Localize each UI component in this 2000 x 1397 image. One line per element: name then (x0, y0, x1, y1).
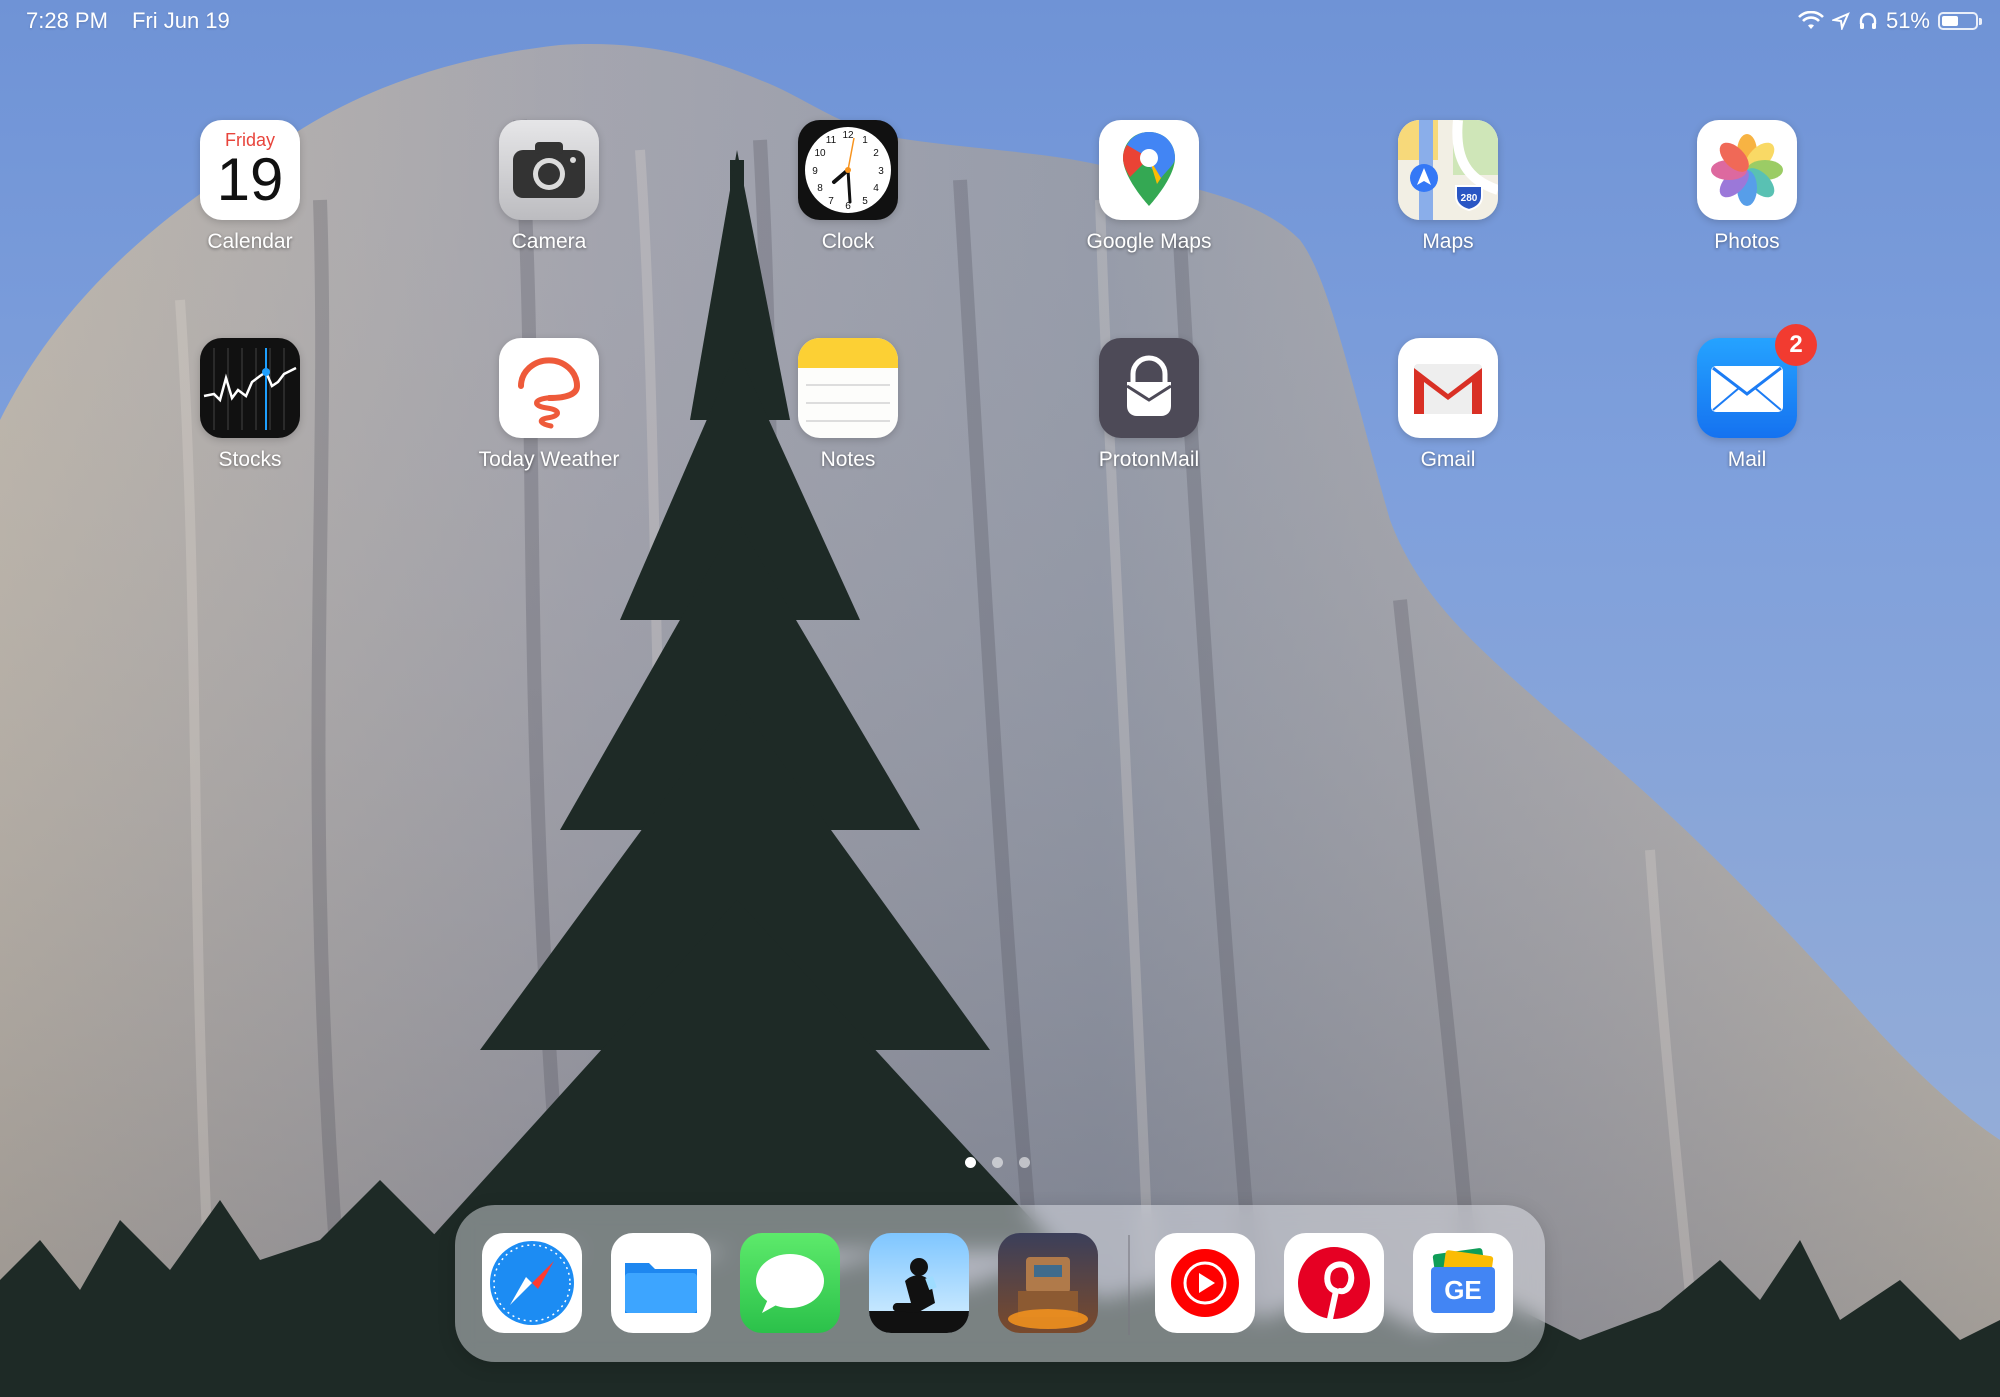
dock-safari[interactable] (482, 1233, 582, 1333)
pinterest-icon (1298, 1247, 1370, 1322)
camera-icon (499, 120, 599, 220)
calendar-icon: Friday 19 (200, 120, 300, 220)
app-stocks[interactable]: Stocks (150, 338, 350, 472)
app-notes[interactable]: Notes (748, 338, 948, 472)
maps-route-label: 280 (1461, 193, 1478, 204)
app-maps[interactable]: 280 Maps (1348, 120, 1548, 254)
dock-game[interactable] (998, 1233, 1098, 1333)
google-maps-icon (1099, 120, 1199, 220)
dock-kindle[interactable] (869, 1233, 969, 1333)
clock-numeral: 5 (862, 196, 868, 207)
app-google-maps[interactable]: Google Maps (1049, 120, 1249, 254)
youtube-music-icon (1171, 1249, 1239, 1317)
clock-numeral: 4 (873, 183, 879, 194)
app-label: Gmail (1420, 448, 1476, 471)
app-label: Mail (1727, 448, 1767, 471)
app-camera[interactable]: Camera (449, 120, 649, 254)
messages-icon (756, 1254, 824, 1313)
clock-numeral: 2 (873, 148, 879, 159)
clock-numeral: 7 (828, 196, 834, 207)
clock-numeral: 8 (817, 183, 823, 194)
notes-icon (798, 338, 898, 438)
location-icon (1831, 12, 1850, 30)
home-screen: 7:28 PM Fri Jun 19 51% Friday 19 Calenda… (0, 0, 2000, 1397)
clock-numeral: 10 (814, 148, 826, 159)
wifi-icon (1798, 11, 1824, 29)
app-label: Camera (511, 230, 587, 253)
protonmail-icon (1099, 338, 1199, 438)
dock-separator (1128, 1235, 1130, 1335)
dock: GE (455, 1205, 1545, 1362)
app-label: ProtonMail (1098, 448, 1200, 471)
app-label: Google Maps (1086, 230, 1212, 253)
kindle-icon (869, 1258, 969, 1333)
battery-icon (1938, 12, 1982, 30)
dock-youtube-music[interactable] (1155, 1233, 1255, 1333)
gmail-icon (1398, 338, 1498, 438)
status-bar-left: 7:28 PM Fri Jun 19 (26, 8, 230, 34)
maps-icon: 280 (1398, 120, 1498, 220)
page-indicator[interactable] (965, 1157, 1030, 1168)
calendar-date: 19 (216, 146, 284, 213)
dock-pinterest[interactable] (1284, 1233, 1384, 1333)
app-label: Clock (821, 230, 875, 253)
app-label: Photos (1714, 230, 1780, 253)
clock-numeral: 3 (878, 166, 884, 177)
today-weather-icon (499, 338, 599, 438)
app-mail[interactable]: 2 Mail (1647, 324, 1847, 472)
app-label: Notes (820, 448, 876, 471)
clock-numeral: 9 (812, 166, 818, 177)
clock-numeral: 12 (842, 130, 854, 141)
page-dot[interactable] (1019, 1157, 1030, 1168)
dock-google-news[interactable]: GE (1413, 1233, 1513, 1333)
mail-badge: 2 (1775, 324, 1817, 366)
page-dot[interactable] (965, 1157, 976, 1168)
status-time: 7:28 PM (26, 8, 108, 33)
clock-numeral: 11 (826, 135, 837, 146)
battery-percent: 51% (1885, 8, 1930, 33)
app-label: Stocks (218, 448, 282, 471)
status-bar-right: 51% (1798, 8, 1982, 34)
app-label: Maps (1422, 230, 1474, 253)
google-news-text: GE (1444, 1275, 1482, 1305)
dock-files[interactable] (611, 1233, 711, 1333)
app-today-weather[interactable]: Today Weather (449, 338, 649, 472)
app-clock[interactable]: 12 1 2 3 4 5 6 7 8 9 10 11 Clock (748, 120, 948, 254)
app-calendar[interactable]: Friday 19 Calendar (150, 120, 350, 254)
files-icon (625, 1263, 697, 1313)
page-dot[interactable] (992, 1157, 1003, 1168)
clock-icon: 12 1 2 3 4 5 6 7 8 9 10 11 (798, 120, 898, 220)
safari-icon (490, 1241, 574, 1325)
photos-icon (1697, 120, 1797, 220)
app-gmail[interactable]: Gmail (1348, 338, 1548, 472)
app-protonmail[interactable]: ProtonMail (1049, 338, 1249, 472)
app-label: Today Weather (478, 448, 620, 471)
status-date: Fri Jun 19 (131, 8, 230, 33)
google-news-icon: GE (1431, 1248, 1495, 1313)
clock-numeral: 1 (862, 135, 868, 146)
app-photos[interactable]: Photos (1647, 120, 1847, 254)
stocks-icon (200, 338, 300, 438)
game-icon (1008, 1257, 1088, 1329)
dock-messages[interactable] (740, 1233, 840, 1333)
app-label: Calendar (207, 230, 293, 253)
headphones-icon (1859, 12, 1877, 29)
